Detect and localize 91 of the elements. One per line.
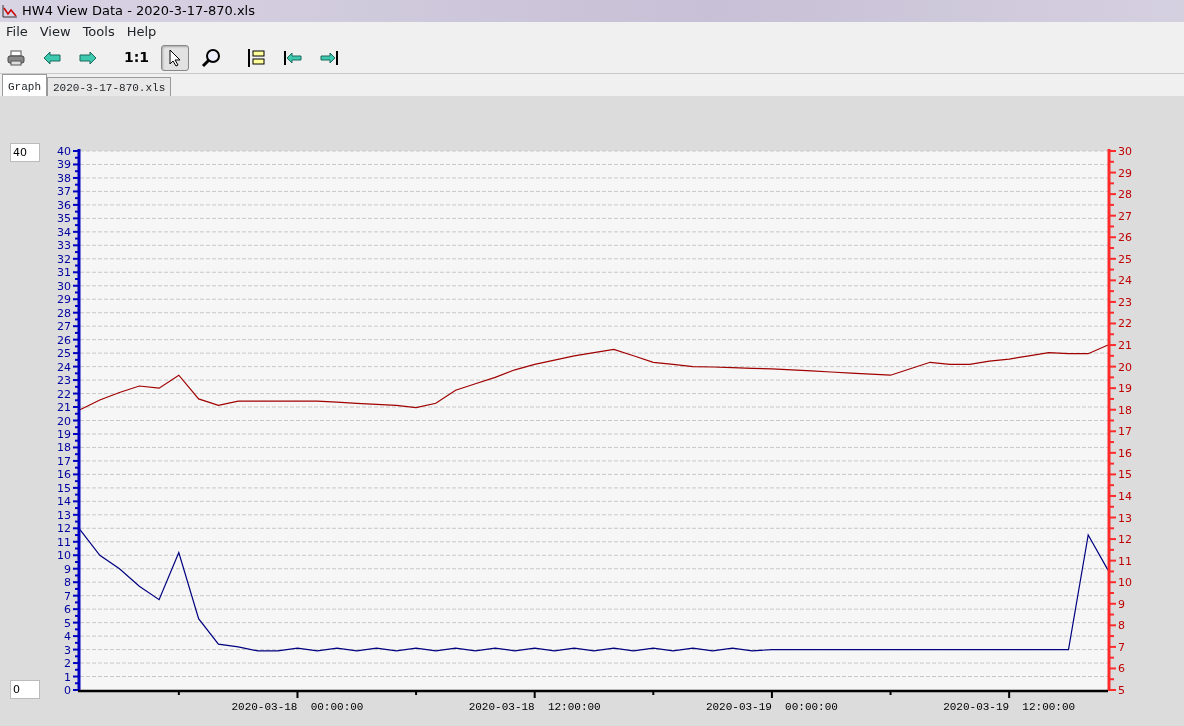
max-value-field[interactable]: 40 [10, 143, 40, 162]
axis-label: 12 [57, 522, 71, 536]
axis-label: 34 [57, 225, 71, 239]
axis-label: 38 [57, 171, 71, 185]
axis-label: 11 [1118, 554, 1132, 568]
axis-label: 10 [57, 549, 71, 563]
axis-label: 9 [64, 562, 71, 576]
axis-label: 26 [57, 333, 71, 347]
axis-label: 7 [1118, 640, 1125, 654]
axis-label: 16 [57, 468, 71, 482]
axis-label: 7 [64, 589, 71, 603]
axis-label: 27 [1118, 209, 1132, 223]
axis-label: 1 [64, 670, 71, 684]
axis-label: 13 [57, 508, 71, 522]
search-icon [201, 47, 222, 68]
min-value-field[interactable]: 0 [10, 680, 40, 699]
axis-label: 18 [1118, 403, 1132, 417]
menu-item[interactable]: View [33, 22, 77, 42]
axis-label: 8 [1118, 619, 1125, 633]
axis-label: 14 [57, 495, 71, 509]
axis-label: 35 [57, 212, 71, 226]
axis-label: 32 [57, 252, 71, 266]
axis-label: 18 [57, 441, 71, 455]
axis-label: 33 [57, 239, 71, 253]
axis-label: 14 [1118, 489, 1132, 503]
axis-label: 30 [1118, 145, 1132, 158]
left-arrow-icon [43, 50, 61, 65]
axis-label: 5 [1118, 684, 1125, 697]
axis-label: 21 [1118, 339, 1132, 353]
window-title: HW4 View Data - 2020-3-17-870.xls [22, 2, 255, 21]
axis-label: 40 [57, 145, 71, 158]
bar-list-icon [247, 47, 268, 68]
axis-label: 24 [57, 360, 71, 374]
axis-label: 16 [1118, 446, 1132, 460]
axis-label: 12 [1118, 533, 1132, 547]
axis-label: 4 [64, 630, 71, 644]
axis-label: 11 [57, 535, 71, 549]
axis-label: 9 [1118, 597, 1125, 611]
right-arrow-icon [79, 50, 97, 65]
axis-label: 2020-03-19 12:00:00 [943, 701, 1076, 713]
axis-label: 13 [1118, 511, 1132, 525]
axis-label: 37 [57, 185, 71, 199]
axis-label: 39 [57, 158, 71, 172]
axis-label: 26 [1118, 231, 1132, 245]
print-icon [7, 49, 25, 66]
arrow-to-start-icon [283, 49, 304, 66]
axis-label: 27 [57, 320, 71, 334]
menu-item[interactable]: Help [120, 22, 163, 42]
axis-label: 17 [57, 454, 71, 468]
axis-label: 15 [57, 481, 71, 495]
axis-label: 2020-03-19 00:00:00 [705, 701, 838, 713]
axis-label: 22 [57, 387, 71, 401]
axis-label: 21 [57, 401, 71, 414]
axis-label: 24 [1118, 274, 1132, 288]
axis-label: 5 [64, 616, 71, 630]
axis-label: 15 [1118, 468, 1132, 482]
axis-label: 22 [1118, 317, 1132, 331]
axis-label: 8 [64, 576, 71, 590]
axis-label: 25 [57, 347, 71, 361]
axis-label: 29 [57, 293, 71, 307]
axis-label: 2 [64, 657, 71, 671]
axis-label: 0 [64, 684, 71, 697]
axis-label: 25 [1118, 252, 1132, 266]
axis-label: 23 [57, 374, 71, 388]
axis-label: 20 [1118, 360, 1132, 374]
axis-label: 10 [1118, 576, 1132, 590]
pointer-button[interactable] [161, 44, 190, 71]
axis-label: 20 [57, 414, 71, 428]
menu-item[interactable]: File [0, 22, 34, 42]
axis-label: 28 [57, 306, 71, 320]
axis-label: 19 [57, 428, 71, 441]
axis-label: 6 [1118, 662, 1125, 676]
axis-label: 17 [1118, 425, 1132, 439]
axis-label: 2020-03-18 00:00:00 [231, 701, 364, 713]
axis-label: 6 [64, 603, 71, 617]
axis-label: 30 [57, 279, 71, 293]
tab[interactable]: Graph [2, 74, 47, 96]
pointer-icon [168, 48, 183, 67]
axis-label: 36 [57, 198, 71, 212]
arrow-to-end-icon [319, 49, 340, 66]
axis-label: 3 [64, 643, 71, 657]
menu-item[interactable]: Tools [76, 22, 121, 42]
chart-icon [2, 4, 18, 18]
axis-label: 19 [1118, 382, 1132, 396]
axis-label: 2020-03-18 12:00:00 [468, 701, 601, 713]
axis-label: 29 [1118, 166, 1132, 180]
tab[interactable]: 2020-3-17-870.xls [47, 77, 172, 96]
axis-label: 28 [1118, 188, 1132, 202]
axis-label: 31 [57, 266, 71, 280]
zoom-reset-button[interactable]: 1:1 [120, 44, 154, 71]
axis-label: 23 [1118, 295, 1132, 309]
